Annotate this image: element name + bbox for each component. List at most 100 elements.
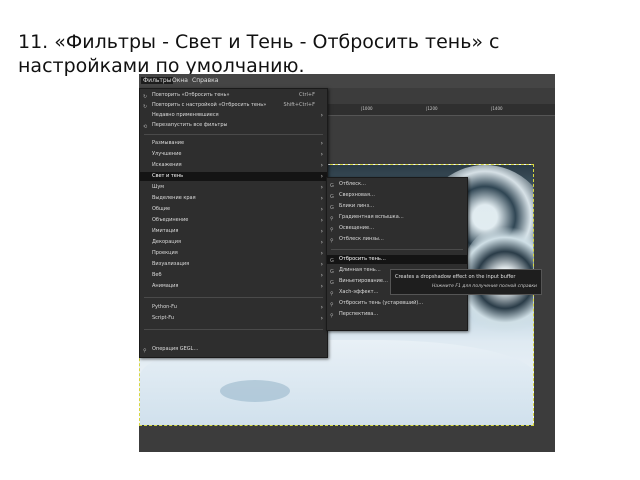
menu-item-recent[interactable]: Недавно применявшиеся › xyxy=(140,111,327,120)
chevron-right-icon: › xyxy=(320,239,323,246)
menu-item-group[interactable]: Искажения › xyxy=(140,161,327,170)
ruler-label: |1000 xyxy=(361,106,373,111)
script-icon: ⚲ xyxy=(330,227,334,233)
menu-item-group[interactable]: Визуализация › xyxy=(140,260,327,269)
shortcut-label: Shift+Ctrl+F xyxy=(283,102,315,108)
menu-item-label: Отблеск линзы… xyxy=(339,236,384,242)
submenu-item[interactable]: ⚲ Отбросить тень (устаревший)… xyxy=(327,299,467,308)
chevron-right-icon: › xyxy=(320,195,323,202)
menu-item-label: Градиентная вспышка… xyxy=(339,214,404,220)
gegl-g-icon: G xyxy=(330,194,334,200)
script-icon: ⚲ xyxy=(330,291,334,297)
menu-item-label: Анимация xyxy=(152,283,179,289)
menu-item-label: Веб xyxy=(152,272,162,278)
menu-item-label: Отбросить тень (устаревший)… xyxy=(339,300,424,306)
menu-item-label: Декорация xyxy=(152,239,181,245)
menu-item-gegl[interactable]: ⚲ Операция GEGL… xyxy=(140,345,327,354)
menu-item-light-shadow[interactable]: Свет и тень › xyxy=(140,172,327,181)
menu-item-label: Повторить «Отбросить тень» xyxy=(152,92,230,98)
tooltip-hint: Нажмите F1 для получения полной справки xyxy=(432,284,537,289)
submenu-item[interactable]: ⚲ Градиентная вспышка… xyxy=(327,213,467,222)
submenu-item[interactable]: G Сверхновая… xyxy=(327,191,467,200)
menu-item-label: Освещение… xyxy=(339,225,375,231)
menu-separator xyxy=(144,329,323,330)
chevron-right-icon: › xyxy=(320,140,323,147)
submenu-item[interactable]: ⚲ Отблеск линзы… xyxy=(327,235,467,244)
menu-item-label: Длинная тень… xyxy=(339,267,381,273)
menu-item-group[interactable]: Проекция › xyxy=(140,249,327,258)
menu-item-label: Улучшение xyxy=(152,151,182,157)
menu-windows[interactable]: Окна xyxy=(172,77,188,84)
ruler-label: |1200 xyxy=(426,106,438,111)
tooltip-text: Creates a dropshadow effect on the input… xyxy=(395,274,516,280)
chevron-right-icon: › xyxy=(320,112,323,119)
menu-item-label: Общие xyxy=(152,206,171,212)
submenu-item[interactable]: ⚲ Освещение… xyxy=(327,224,467,233)
menu-item-label: Python-Fu xyxy=(152,304,177,310)
menu-item-label: Блики линз… xyxy=(339,203,375,209)
chevron-right-icon: › xyxy=(320,151,323,158)
page-caption: 11. «Фильтры - Свет и Тень - Отбросить т… xyxy=(18,31,500,77)
menu-item-group[interactable]: Общие › xyxy=(140,205,327,214)
menu-item-label: Шум xyxy=(152,184,165,190)
submenu-item[interactable]: G Отблеск… xyxy=(327,180,467,189)
menu-separator xyxy=(331,249,463,250)
menu-item-group[interactable]: Анимация › xyxy=(140,282,327,291)
menu-item-group[interactable]: Размывание › xyxy=(140,139,327,148)
menu-item-group[interactable]: Объединение › xyxy=(140,216,327,225)
menu-item-reshow[interactable]: ↻ Повторить с настройкой «Отбросить тень… xyxy=(140,101,327,110)
menu-item-label: Xach-эффект… xyxy=(339,289,379,295)
menu-item-label: Размывание xyxy=(152,140,185,146)
menu-item-label: Визуализация xyxy=(152,261,190,267)
menu-item-group[interactable]: Веб › xyxy=(140,271,327,280)
gegl-g-icon: G xyxy=(330,280,334,286)
menu-item-label: Выделение края xyxy=(152,195,196,201)
gegl-g-icon: G xyxy=(330,258,334,264)
menu-item-label: Недавно применявшиеся xyxy=(152,112,219,118)
chevron-right-icon: › xyxy=(320,304,323,311)
menu-item-group[interactable]: Шум › xyxy=(140,183,327,192)
chevron-right-icon: › xyxy=(320,228,323,235)
menu-item-label: Искажения xyxy=(152,162,182,168)
menu-item-repeat[interactable]: ↻ Повторить «Отбросить тень» Ctrl+F xyxy=(140,91,327,100)
menu-item-label: Перспектива… xyxy=(339,311,379,317)
menu-item-label: Перезапустить все фильтры xyxy=(152,122,228,128)
script-icon: ⚲ xyxy=(330,238,334,244)
menu-item-script-fu[interactable]: Script-Fu › xyxy=(140,314,327,323)
chevron-right-icon: › xyxy=(320,173,323,180)
menu-item-group[interactable]: Декорация › xyxy=(140,238,327,247)
menu-item-group[interactable]: Имитация › xyxy=(140,227,327,236)
snow-dip xyxy=(220,380,290,402)
menu-item-label: Виньетирование… xyxy=(339,278,388,284)
menu-item-label: Script-Fu xyxy=(152,315,175,321)
chevron-right-icon: › xyxy=(320,184,323,191)
chevron-right-icon: › xyxy=(320,250,323,257)
menu-separator xyxy=(144,297,323,298)
ruler-label: |1400 xyxy=(491,106,503,111)
menu-item-label: Операция GEGL… xyxy=(152,346,199,352)
menu-item-label: Повторить с настройкой «Отбросить тень» xyxy=(152,102,267,108)
submenu-item-drop-shadow[interactable]: G Отбросить тень… xyxy=(327,255,467,264)
script-icon: ⚲ xyxy=(330,313,334,319)
menu-help[interactable]: Справка xyxy=(192,77,218,84)
script-icon: ⚲ xyxy=(330,302,334,308)
menu-item-label: Имитация xyxy=(152,228,179,234)
menu-item-group[interactable]: Выделение края › xyxy=(140,194,327,203)
menu-item-label: Отбросить тень… xyxy=(339,256,386,262)
menu-filters[interactable]: Фильтры xyxy=(141,77,174,84)
filters-menu: ↻ Повторить «Отбросить тень» Ctrl+F ↻ По… xyxy=(139,88,328,358)
gegl-g-icon: G xyxy=(330,269,334,275)
shortcut-label: Ctrl+F xyxy=(299,92,315,98)
chevron-right-icon: › xyxy=(320,272,323,279)
reset-icon: ⟲ xyxy=(143,124,148,130)
menu-item-python-fu[interactable]: Python-Fu › xyxy=(140,303,327,312)
submenu-item[interactable]: G Блики линз… xyxy=(327,202,467,211)
chevron-right-icon: › xyxy=(320,261,323,268)
script-icon: ⚲ xyxy=(330,216,334,222)
menu-separator xyxy=(144,134,323,135)
gimp-window: Фильтры Окна Справка |1000 |1200 |1400 ↻… xyxy=(139,74,555,452)
menu-item-reset[interactable]: ⟲ Перезапустить все фильтры xyxy=(140,121,327,130)
chevron-right-icon: › xyxy=(320,206,323,213)
submenu-item[interactable]: ⚲ Перспектива… xyxy=(327,310,467,319)
menu-item-group[interactable]: Улучшение › xyxy=(140,150,327,159)
